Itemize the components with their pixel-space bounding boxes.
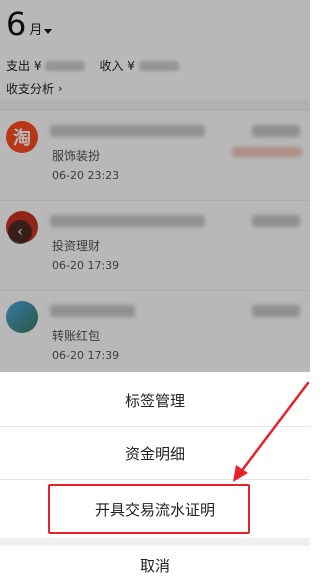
sheet-gap [0, 538, 310, 546]
cancel-button[interactable]: 取消 [0, 546, 310, 584]
highlight-box [48, 484, 250, 534]
fund-details-option[interactable]: 资金明细 [0, 427, 310, 479]
divider [0, 479, 310, 480]
tag-management-option[interactable]: 标签管理 [0, 374, 310, 426]
action-sheet: 标签管理 资金明细 开具交易流水证明 取消 [0, 372, 310, 577]
